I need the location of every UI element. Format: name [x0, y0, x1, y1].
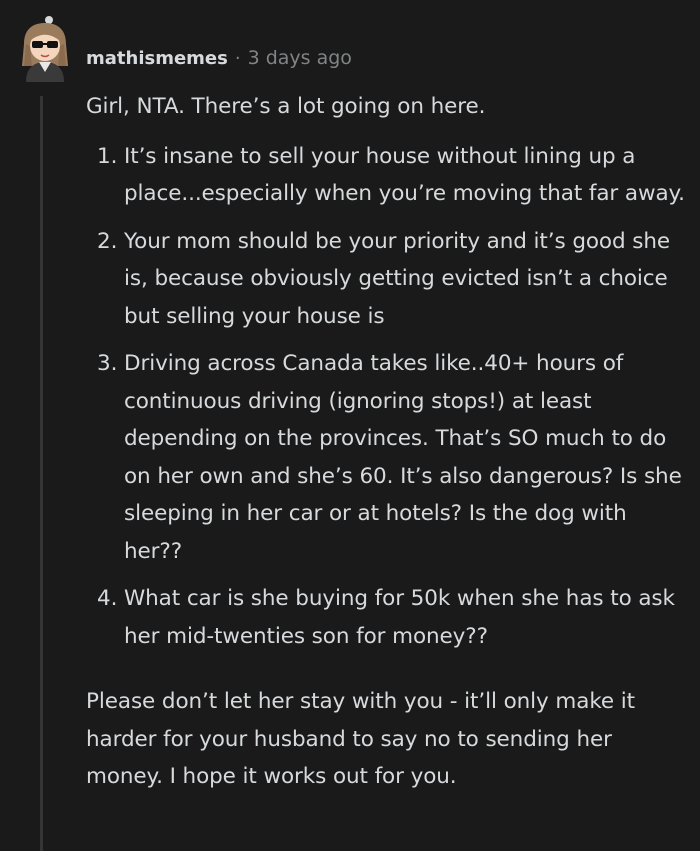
numbered-list: 1. It’s insane to sell your house withou…: [86, 138, 686, 656]
list-number: 4.: [97, 586, 118, 611]
list-item: 4. What car is she buying for 50k when s…: [86, 580, 686, 655]
comment: mathismemes · 3 days ago Girl, NTA. Ther…: [0, 0, 700, 851]
timestamp[interactable]: 3 days ago: [248, 47, 352, 69]
avatar[interactable]: [18, 14, 72, 82]
list-number: 2.: [97, 228, 118, 254]
comment-header: mathismemes · 3 days ago: [86, 44, 352, 72]
intro-paragraph: Girl, NTA. There’s a lot going on here.: [86, 94, 486, 119]
list-item-text: Driving across Canada takes like..40+ ho…: [124, 351, 682, 564]
username-link[interactable]: mathismemes: [86, 48, 228, 69]
meta-separator: ·: [234, 47, 241, 69]
list-item: 3. Driving across Canada takes like..40+…: [86, 345, 686, 570]
list-item: 1. It’s insane to sell your house withou…: [86, 138, 686, 213]
list-number: 3.: [97, 351, 118, 376]
list-item-text: It’s insane to sell your house without l…: [124, 143, 685, 207]
thread-collapse-line[interactable]: [40, 96, 43, 851]
closing-paragraph: Please don’t let her stay with you - it’…: [86, 689, 635, 789]
list-number: 1.: [97, 143, 118, 169]
list-item: 2. Your mom should be your priority and …: [86, 223, 686, 336]
list-item-text: What car is she buying for 50k when she …: [124, 586, 675, 649]
list-item-text: Your mom should be your priority and it’…: [124, 228, 671, 329]
comment-body: Girl, NTA. There’s a lot going on here. …: [86, 88, 686, 796]
